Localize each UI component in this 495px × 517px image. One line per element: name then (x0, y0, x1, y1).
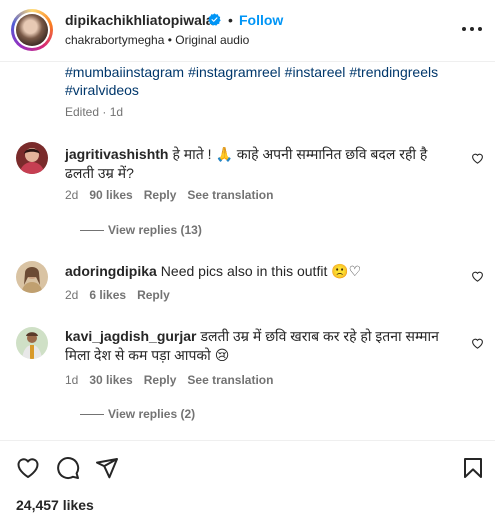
post-action-bar: 24,457 likes (0, 440, 495, 517)
see-translation-button[interactable]: See translation (187, 373, 273, 387)
hashtag-link[interactable]: #mumbaiinstagram (65, 64, 184, 80)
commenter-avatar[interactable] (16, 142, 48, 174)
hashtag-link[interactable]: #trendingreels (349, 64, 438, 80)
commenter-username[interactable]: jagritivashishth (65, 146, 168, 162)
commenter-avatar[interactable] (16, 327, 48, 359)
comment-meta: 2d 90 likes Reply See translation (65, 188, 284, 202)
comment-like-heart-icon[interactable] (471, 152, 484, 164)
audio-attribution[interactable]: chakrabortymegha • Original audio (65, 33, 249, 47)
save-icon[interactable] (461, 456, 485, 480)
comment-meta: 1d 30 likes Reply See translation (65, 373, 284, 387)
comment-age: 2d (65, 188, 79, 202)
avatar-ring-inner (14, 12, 50, 48)
comment-age: 2d (65, 288, 79, 302)
verified-badge-icon (208, 13, 221, 26)
header-separator: • (228, 12, 233, 28)
see-translation-button[interactable]: See translation (187, 188, 273, 202)
avatar-photo (16, 142, 48, 174)
comment-text: Need pics also in this outfit 🙁♡ (160, 263, 362, 279)
reply-button[interactable]: Reply (144, 373, 177, 387)
hashtag-link[interactable]: #instagramreel (188, 64, 281, 80)
comment-likes[interactable]: 6 likes (89, 288, 126, 302)
post-likes-count[interactable]: 24,457 likes (16, 497, 94, 513)
heart-icon[interactable] (16, 456, 40, 480)
share-icon[interactable] (95, 456, 119, 480)
hashtag-link[interactable]: #instareel (285, 64, 346, 80)
comment-likes[interactable]: 30 likes (89, 373, 132, 387)
comment-likes[interactable]: 90 likes (89, 188, 132, 202)
view-replies-label: View replies (2) (108, 407, 196, 421)
author-username[interactable]: dipikachikhliatopiwala (65, 12, 214, 28)
comment-meta: 2d 6 likes Reply (65, 288, 181, 302)
reply-button[interactable]: Reply (137, 288, 170, 302)
caption-hashtags: #mumbaiinstagram #instagramreel #instareel… (65, 63, 465, 99)
post-header: dipikachikhliatopiwala • Follow chakrabo… (0, 0, 495, 62)
comment-body: jagritivashishth हे माते ! 🙏 काहे अपनी सम… (65, 145, 455, 183)
reply-button[interactable]: Reply (144, 188, 177, 202)
caption-edited-time: Edited · 1d (65, 105, 124, 119)
commenter-username[interactable]: kavi_jagdish_gurjar (65, 328, 197, 344)
avatar-photo (16, 14, 48, 46)
view-replies-button[interactable]: View replies (2) (80, 407, 195, 421)
comment-icon[interactable] (56, 456, 80, 480)
avatar-photo (16, 261, 48, 293)
commenter-avatar[interactable] (16, 261, 48, 293)
hashtag-link[interactable]: #viralvideos (65, 82, 139, 98)
comment-like-heart-icon[interactable] (471, 337, 484, 349)
comment-body: adoringdipika Need pics also in this outf… (65, 262, 455, 281)
view-replies-button[interactable]: View replies (13) (80, 223, 202, 237)
replies-divider-line (80, 230, 104, 232)
replies-divider-line (80, 414, 104, 416)
more-options-icon[interactable] (461, 19, 483, 39)
commenter-username[interactable]: adoringdipika (65, 263, 157, 279)
view-replies-label: View replies (13) (108, 223, 202, 237)
avatar-photo (16, 327, 48, 359)
author-avatar[interactable] (11, 9, 53, 51)
comment-like-heart-icon[interactable] (471, 270, 484, 282)
comment-age: 1d (65, 373, 79, 387)
comment-body: kavi_jagdish_gurjar डलती उम्र में छवि खरा… (65, 327, 455, 365)
follow-button[interactable]: Follow (239, 12, 283, 28)
